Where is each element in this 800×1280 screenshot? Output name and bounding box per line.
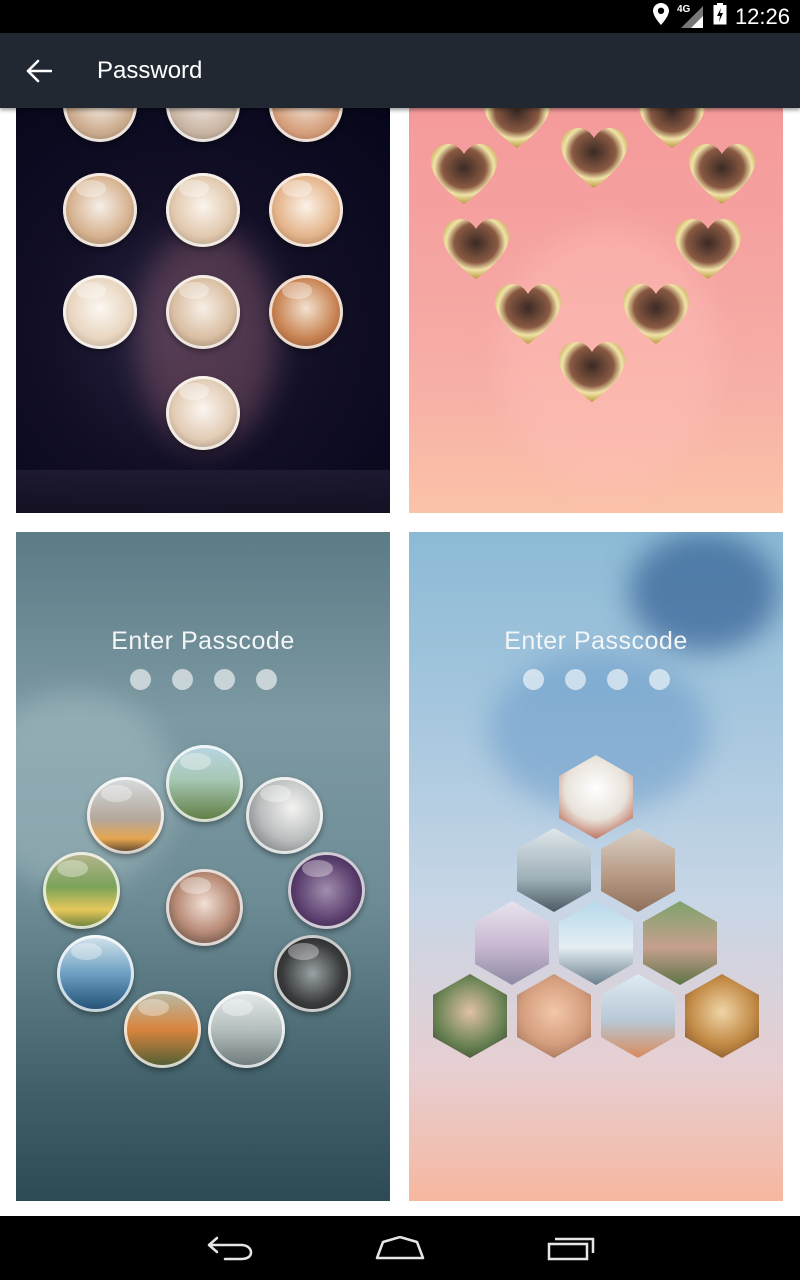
passcode-dot — [522, 669, 544, 690]
passcode-dot — [648, 669, 670, 690]
dog-photo-bubble — [166, 376, 240, 450]
hexagon-photo — [559, 901, 633, 985]
passcode-dot — [606, 669, 628, 690]
passcode-title: Enter Passcode — [504, 627, 688, 655]
dog-photo-bubble — [63, 173, 137, 247]
dog-photo-bubble — [63, 275, 137, 349]
hexagon-photo — [601, 828, 675, 912]
photo-bubble — [166, 745, 243, 822]
clock: 12:26 — [734, 3, 790, 29]
passcode-dot — [171, 669, 193, 690]
nav-back-button[interactable] — [185, 1216, 275, 1280]
hexagon-photo — [517, 974, 591, 1058]
photo-bubble — [246, 777, 323, 854]
photo-bubble — [288, 852, 365, 929]
passcode-dots — [16, 669, 390, 690]
floor-shadow — [16, 470, 390, 513]
theme-card-hexagon-photos[interactable]: Enter Passcode — [409, 532, 783, 1201]
photo-bubble — [87, 777, 164, 854]
passcode-dot — [564, 669, 586, 690]
hexagon-photo — [643, 901, 717, 985]
dog-photo-bubble — [269, 173, 343, 247]
dog-photo-bubble — [166, 275, 240, 349]
hexagon-photo — [601, 974, 675, 1058]
passcode-title: Enter Passcode — [111, 627, 295, 655]
photo-bubble — [43, 852, 120, 929]
theme-card-glass-bubbles[interactable]: Enter Passcode — [16, 532, 390, 1201]
photo-bubble — [208, 991, 285, 1068]
dog-photo-bubble — [166, 173, 240, 247]
back-button[interactable] — [14, 46, 64, 96]
location-pin-icon — [652, 3, 669, 30]
nav-home-button[interactable] — [355, 1216, 445, 1280]
photo-bubble — [274, 935, 351, 1012]
battery-charging-icon — [713, 3, 727, 30]
arrow-left-icon — [26, 59, 52, 83]
dog-photo-bubble — [269, 275, 343, 349]
page-title: Password — [97, 57, 203, 84]
navigation-bar — [0, 1216, 800, 1280]
nav-recents-button[interactable] — [526, 1216, 616, 1280]
theme-card-dog-bubbles[interactable] — [16, 108, 390, 513]
dog-photo-bubble — [269, 108, 343, 142]
nav-recents-icon — [547, 1237, 595, 1261]
photo-bubble — [57, 935, 134, 1012]
nav-home-icon — [375, 1236, 425, 1260]
passcode-dot — [255, 669, 277, 690]
network-type: 4G — [676, 3, 691, 15]
heart-pattern — [431, 108, 755, 402]
hexagon-photo — [433, 974, 507, 1058]
status-bar: 4G 12:26 — [0, 0, 800, 33]
photo-bubble — [166, 869, 243, 946]
hexagon-photo — [685, 974, 759, 1058]
theme-card-baby-hearts[interactable] — [409, 108, 783, 513]
dog-photo-bubble — [63, 108, 137, 142]
passcode-dots — [409, 669, 783, 690]
status-icons: 4G 12:26 — [652, 0, 790, 33]
hexagon-photo — [517, 828, 591, 912]
passcode-dot — [213, 669, 235, 690]
nav-back-icon — [207, 1236, 253, 1261]
passcode-dot — [129, 669, 151, 690]
cell-signal-icon: 4G — [676, 3, 705, 28]
photo-bubble — [124, 991, 201, 1068]
dog-photo-bubble — [166, 108, 240, 142]
app-bar: Password — [0, 33, 800, 108]
hexagon-photo — [475, 901, 549, 985]
